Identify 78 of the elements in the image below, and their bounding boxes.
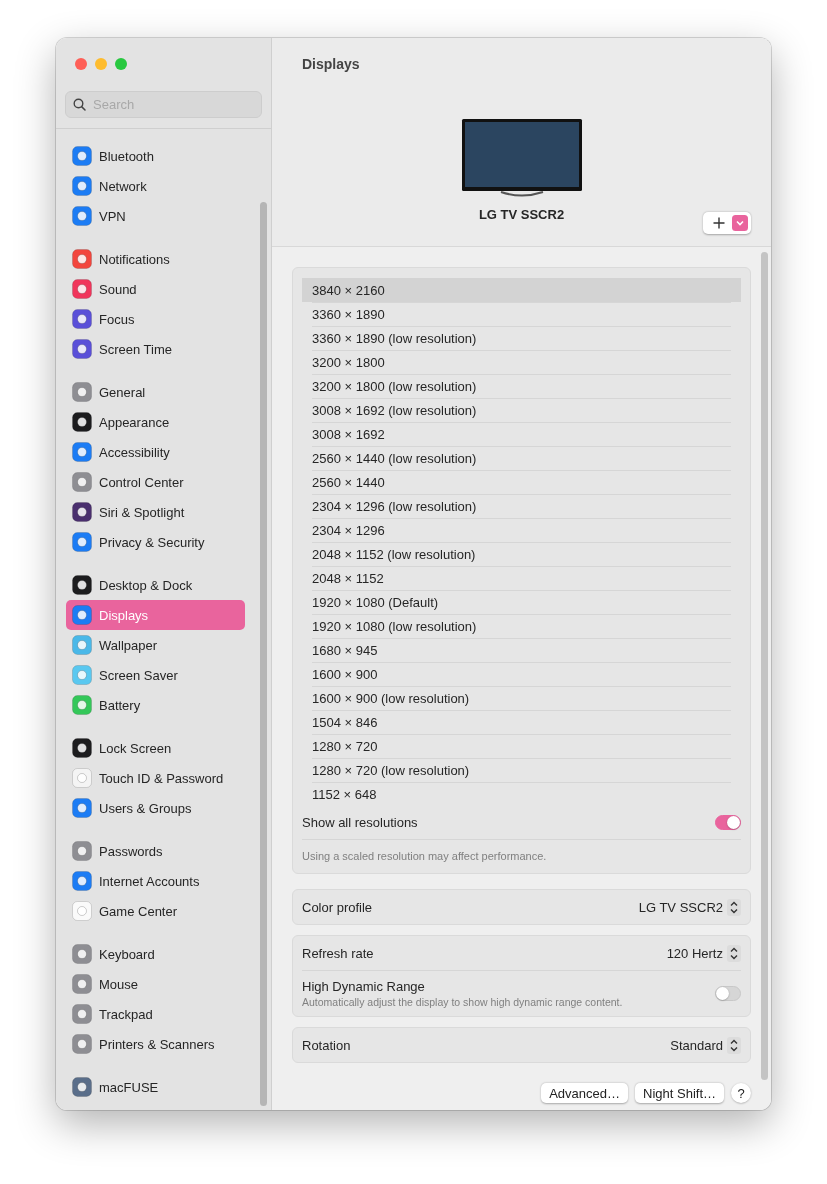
resolution-option[interactable]: 1920 × 1080 (Default) — [302, 590, 741, 614]
sidebar-item[interactable]: Focus — [66, 304, 245, 334]
sidebar-item[interactable]: VPN — [66, 201, 245, 231]
sidebar-item[interactable]: Keyboard — [66, 939, 245, 969]
popup-menu[interactable]: 120 Hertz — [666, 944, 741, 962]
plus-icon[interactable] — [713, 217, 725, 229]
popup-menu[interactable]: Standard — [670, 1036, 741, 1054]
sidebar-item[interactable]: Mouse — [66, 969, 245, 999]
chevron-down-icon[interactable] — [732, 215, 748, 231]
help-button[interactable]: ? — [731, 1083, 751, 1103]
resolution-option[interactable]: 3840 × 2160 — [302, 278, 741, 302]
resolution-option[interactable]: 3200 × 1800 (low resolution) — [302, 374, 741, 398]
resolution-option[interactable]: 3360 × 1890 (low resolution) — [302, 326, 741, 350]
toggle-switch[interactable] — [715, 815, 741, 830]
sidebar-item[interactable]: Printers & Scanners — [66, 1029, 245, 1059]
resolution-option[interactable]: 2304 × 1296 — [302, 518, 741, 542]
zoom-button[interactable] — [115, 58, 127, 70]
sidebar-item[interactable]: General — [66, 377, 245, 407]
sidebar-item[interactable]: Battery — [66, 690, 245, 720]
push-button[interactable]: Advanced… — [541, 1083, 628, 1103]
scrollbar-thumb[interactable] — [761, 252, 768, 1080]
sidebar-item[interactable]: Screen Time — [66, 334, 245, 364]
sidebar-item[interactable]: Sound — [66, 274, 245, 304]
sidebar-item[interactable]: macFUSE — [66, 1072, 245, 1102]
sidebar-item[interactable]: Network — [66, 171, 245, 201]
up-down-chevron-icon — [727, 898, 741, 916]
page-title: Displays — [302, 56, 360, 72]
resolution-option[interactable]: 1680 × 945 — [302, 638, 741, 662]
scrollbar-thumb[interactable] — [260, 202, 267, 1106]
sidebar-item[interactable]: Appearance — [66, 407, 245, 437]
resolution-option[interactable]: 1600 × 900 — [302, 662, 741, 686]
sidebar-item[interactable]: Notifications — [66, 244, 245, 274]
resolution-option[interactable]: 1504 × 846 — [302, 710, 741, 734]
note-text: Using a scaled resolution may affect performance. — [302, 849, 548, 864]
setting-label: Color profile — [302, 899, 373, 915]
toggle-switch[interactable] — [715, 986, 741, 1001]
setting-label: Rotation — [302, 1037, 351, 1053]
resolution-option[interactable]: 1152 × 648 — [302, 782, 741, 806]
sidebar-item[interactable]: Touch ID & Password — [66, 763, 245, 793]
resolution-option[interactable]: 2304 × 1296 (low resolution) — [302, 494, 741, 518]
popup-menu[interactable]: LG TV SSCR2 — [638, 898, 741, 916]
resolution-option[interactable]: 2560 × 1440 (low resolution) — [302, 446, 741, 470]
setting-label: Refresh rate — [302, 945, 374, 961]
push-button[interactable]: Night Shift… — [635, 1083, 724, 1103]
sidebar-item[interactable]: Internet Accounts — [66, 866, 245, 896]
resolution-option[interactable]: 1920 × 1080 (low resolution) — [302, 614, 741, 638]
sidebar-item[interactable]: Users & Groups — [66, 793, 245, 823]
sidebar-item[interactable]: Screen Saver — [66, 660, 245, 690]
sidebar-item[interactable]: Accessibility — [66, 437, 245, 467]
up-down-chevron-icon — [727, 1036, 741, 1054]
setting-label: Show all resolutions — [302, 815, 418, 830]
sidebar-item[interactable]: Control Center — [66, 467, 245, 497]
resolution-option[interactable]: 1280 × 720 (low resolution) — [302, 758, 741, 782]
sidebar-item[interactable]: Passwords — [66, 836, 245, 866]
sidebar-item[interactable]: Wallpaper — [66, 630, 245, 660]
sidebar-item[interactable]: Desktop & Dock — [66, 570, 245, 600]
resolution-option[interactable]: 3008 × 1692 — [302, 422, 741, 446]
resolution-option[interactable]: 1600 × 900 (low resolution) — [302, 686, 741, 710]
minimize-button[interactable] — [95, 58, 107, 70]
resolution-option[interactable]: 3360 × 1890 — [302, 302, 741, 326]
close-button[interactable] — [75, 58, 87, 70]
setting-label: High Dynamic Range — [302, 979, 426, 994]
sidebar-item[interactable]: Siri & Spotlight — [66, 497, 245, 527]
up-down-chevron-icon — [727, 944, 741, 962]
add-display-control[interactable] — [703, 212, 751, 234]
sidebar-item[interactable]: Trackpad — [66, 999, 245, 1029]
sidebar-item[interactable]: Lock Screen — [66, 733, 245, 763]
sidebar-item[interactable]: Bluetooth — [66, 141, 245, 171]
resolution-option[interactable]: 2048 × 1152 — [302, 566, 741, 590]
resolution-option[interactable]: 1280 × 720 — [302, 734, 741, 758]
display-name: LG TV SSCR2 — [478, 207, 565, 222]
resolution-option[interactable]: 2560 × 1440 — [302, 470, 741, 494]
resolution-option[interactable]: 3200 × 1800 — [302, 350, 741, 374]
sidebar-item[interactable]: Privacy & Security — [66, 527, 245, 557]
setting-description: Automatically adjust the display to show high dynamic range content. — [302, 996, 623, 1008]
resolution-option[interactable]: 3008 × 1692 (low resolution) — [302, 398, 741, 422]
resolution-option[interactable]: 2048 × 1152 (low resolution) — [302, 542, 741, 566]
sidebar-item[interactable]: Game Center — [66, 896, 245, 926]
